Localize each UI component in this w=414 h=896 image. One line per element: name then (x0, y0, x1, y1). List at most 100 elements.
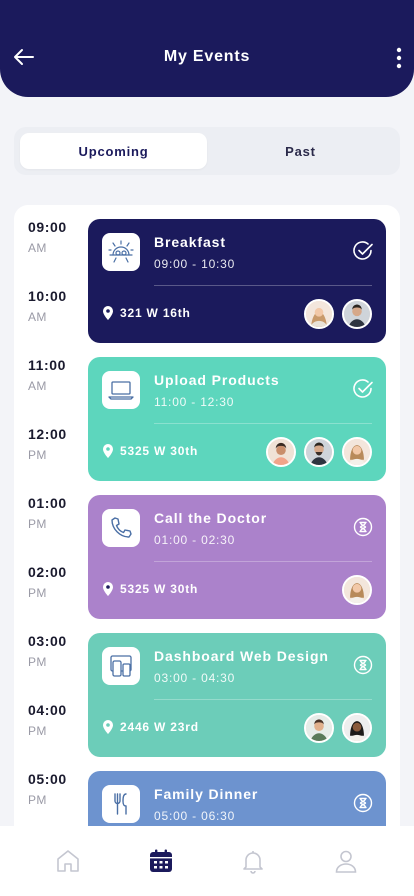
home-icon (57, 850, 80, 872)
time-period: AM (28, 379, 47, 393)
attendee-avatar[interactable] (342, 299, 372, 329)
events-timeline: 09:00 AM 10:00 AM 11:00 AM 12:00 PM 01:00 PM … (14, 205, 400, 845)
time-hour: 10:00 (28, 288, 67, 304)
page-title: My Events (163, 48, 251, 65)
event-location: 321 W 16th (102, 306, 191, 320)
time-period: PM (28, 724, 47, 738)
event-card-breakfast[interactable]: Breakfast 09:00 - 10:30 321 W 16th (88, 219, 386, 343)
devices-icon (110, 655, 132, 677)
profile-icon (335, 850, 357, 873)
more-options-icon[interactable] (392, 45, 406, 71)
event-time: 05:00 - 06:30 (154, 809, 236, 823)
time-slot: 01:00 PM (28, 495, 88, 531)
person-photo (344, 439, 370, 465)
event-icon-box (102, 647, 140, 685)
time-period: PM (28, 793, 47, 807)
attendee-avatar[interactable] (342, 437, 372, 467)
attendee-avatar[interactable] (342, 713, 372, 743)
card-divider (154, 561, 372, 562)
laptop-icon (108, 381, 134, 400)
time-slot: 03:00 PM (28, 633, 88, 669)
time-hour: 12:00 (28, 426, 67, 442)
completed-check-icon[interactable] (352, 378, 374, 400)
time-slot: 12:00 PM (28, 426, 88, 462)
cutlery-icon (114, 793, 127, 815)
attendee-avatar[interactable] (342, 575, 372, 605)
event-card-call-the-doctor[interactable]: Call the Doctor 01:00 - 02:30 5325 W 30t… (88, 495, 386, 619)
location-pin-icon (103, 444, 113, 458)
attendee-avatars (304, 299, 372, 329)
time-slot: 02:00 PM (28, 564, 88, 600)
time-hour: 04:00 (28, 702, 67, 718)
app-header: My Events (0, 0, 414, 97)
person-photo (306, 301, 332, 327)
event-location-text: 321 W 16th (120, 306, 191, 320)
completed-check-icon[interactable] (352, 240, 374, 262)
time-period: PM (28, 448, 47, 462)
tab-upcoming[interactable]: Upcoming (20, 133, 207, 169)
breakfast-icon (108, 240, 134, 263)
event-title: Breakfast (154, 234, 226, 250)
time-period: AM (28, 241, 47, 255)
time-hour: 03:00 (28, 633, 67, 649)
time-hour: 09:00 (28, 219, 67, 235)
event-time: 03:00 - 04:30 (154, 671, 236, 685)
location-pin-icon (103, 306, 113, 320)
tab-past[interactable]: Past (207, 133, 394, 169)
attendee-avatar[interactable] (304, 437, 334, 467)
event-icon-box (102, 509, 140, 547)
event-title: Upload Products (154, 372, 280, 388)
time-period: PM (28, 586, 47, 600)
card-divider (154, 423, 372, 424)
nav-notifications[interactable] (233, 841, 273, 881)
card-divider (154, 699, 372, 700)
attendee-avatar[interactable] (304, 299, 334, 329)
time-slot: 10:00 AM (28, 288, 88, 324)
event-icon-box (102, 785, 140, 823)
location-pin-icon (103, 582, 113, 596)
event-icon-box (102, 371, 140, 409)
time-period: PM (28, 655, 47, 669)
time-period: PM (28, 517, 47, 531)
event-location: 5325 W 30th (102, 444, 198, 458)
time-hour: 11:00 (28, 357, 67, 373)
bell-icon (243, 851, 264, 874)
attendee-avatars (266, 437, 372, 467)
person-photo (306, 715, 332, 741)
person-photo (306, 439, 332, 465)
time-slot: 11:00 AM (28, 357, 88, 393)
event-location-text: 2446 W 23rd (120, 720, 199, 734)
event-title: Family Dinner (154, 786, 259, 802)
card-divider (154, 285, 372, 286)
event-time: 01:00 - 02:30 (154, 533, 236, 547)
event-card-dashboard-web-design[interactable]: Dashboard Web Design 03:00 - 04:30 2446 … (88, 633, 386, 757)
attendee-avatars (304, 713, 372, 743)
nav-home[interactable] (48, 841, 88, 881)
time-period: AM (28, 310, 47, 324)
person-photo (268, 439, 294, 465)
time-hour: 05:00 (28, 771, 67, 787)
event-location-text: 5325 W 30th (120, 582, 199, 596)
event-icon-box (102, 233, 140, 271)
pending-hourglass-icon[interactable] (352, 516, 374, 538)
attendee-avatar[interactable] (266, 437, 296, 467)
event-location: 2446 W 23rd (102, 720, 199, 734)
event-location: 5325 W 30th (102, 582, 198, 596)
person-photo (344, 301, 370, 327)
pending-hourglass-icon[interactable] (352, 654, 374, 676)
events-tab-switcher: Upcoming Past (14, 127, 400, 175)
pending-hourglass-icon[interactable] (352, 792, 374, 814)
event-time: 09:00 - 10:30 (154, 257, 236, 271)
location-pin-icon (103, 720, 113, 734)
nav-profile[interactable] (326, 841, 366, 881)
time-hour: 02:00 (28, 564, 67, 580)
person-photo (344, 715, 370, 741)
phone-icon (111, 517, 132, 538)
bottom-navigation (0, 826, 414, 896)
event-card-upload-products[interactable]: Upload Products 11:00 - 12:30 5325 W 30t… (88, 357, 386, 481)
nav-calendar[interactable] (141, 841, 181, 881)
attendee-avatars (342, 575, 372, 605)
attendee-avatar[interactable] (304, 713, 334, 743)
calendar-icon (149, 849, 172, 872)
event-time: 11:00 - 12:30 (154, 395, 235, 409)
